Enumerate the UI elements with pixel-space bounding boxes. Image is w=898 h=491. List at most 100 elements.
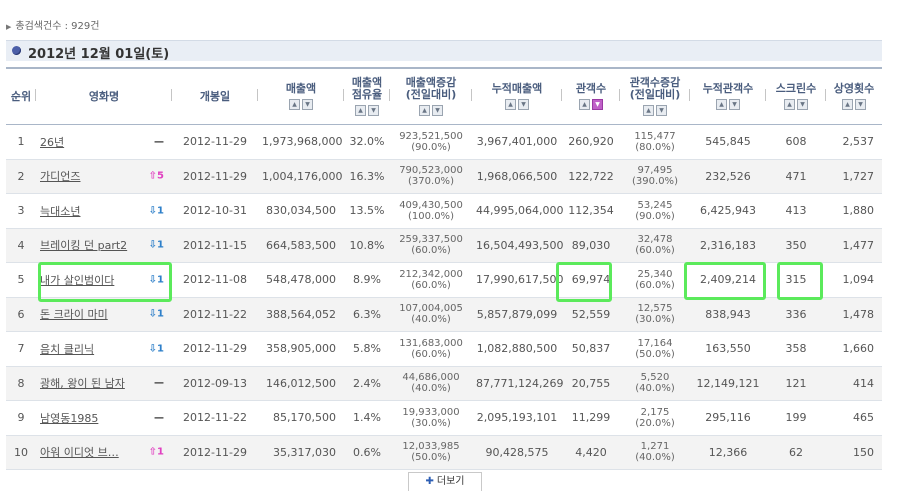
sort-asc-icon[interactable]: ▲	[716, 99, 727, 110]
cell-audience-change: 17,164 (50.0%)	[620, 331, 690, 367]
col-header-share: 매출액 점유율 ▲ ▼	[344, 67, 390, 125]
table-header-row: 순위 영화명 개봉일 매출액 ▲ ▼ 매출액 점유율 ▲ ▼ 매출액증감 (전일대비) ▲ ▼ 누적매출…	[6, 67, 882, 125]
movie-title-link[interactable]: 가디언즈	[40, 170, 80, 183]
table-row: 1 26년 —2012-11-29 1,973,968,000 32.0% 923,521…	[6, 124, 882, 160]
cell-cum_sales: 1,082,880,500	[472, 331, 562, 367]
sort-desc-icon[interactable]: ▼	[656, 105, 667, 116]
sort-desc-icon[interactable]: ▼	[432, 105, 443, 116]
more-button[interactable]: ✚ 더보기	[408, 472, 482, 491]
rank-change: —	[154, 412, 164, 423]
bullet-icon	[12, 46, 21, 55]
sort-desc-icon[interactable]: ▼	[518, 99, 529, 110]
col-header-aud_change: 관객수증감 (전일대비) ▲ ▼	[620, 67, 690, 125]
audience-change-value: 2,175	[640, 406, 670, 418]
cell-release: 2012-11-29	[172, 159, 258, 194]
cell-audience: 52,559	[562, 297, 620, 332]
cell-shows: 1,880	[826, 193, 882, 229]
movie-title-link[interactable]: 내가 살인범이다	[40, 274, 114, 287]
sales-change-pct: (60.0%)	[411, 279, 451, 291]
cell-shows: 1,727	[826, 159, 882, 194]
cell-cum_aud: 295,116	[690, 400, 766, 436]
sort-buttons: ▲ ▼	[768, 99, 824, 111]
audience-change-pct: (20.0%)	[635, 417, 675, 429]
movie-title-link[interactable]: 브레이킹 던 part2	[40, 239, 127, 252]
rank-change-value: 1	[157, 343, 164, 355]
audience-change-value: 25,340	[637, 268, 673, 280]
cell-audience-change: 97,495 (390.0%)	[620, 159, 690, 194]
sales-change-value: 107,004,005	[399, 303, 463, 315]
rank-change: ⇩1	[149, 309, 164, 320]
audience-change-pct: (50.0%)	[635, 348, 675, 360]
col-header-label: 스크린수	[775, 81, 817, 95]
sort-desc-icon[interactable]: ▼	[855, 99, 866, 110]
cell-cum_aud: 232,526	[690, 159, 766, 194]
sort-asc-icon[interactable]: ▲	[784, 99, 795, 110]
cell-rank: 7	[6, 331, 36, 367]
cell-shows: 414	[826, 366, 882, 401]
cell-sales-change: 44,686,000 (40.0%)	[390, 366, 472, 401]
cell-audience: 112,354	[562, 193, 620, 229]
sort-buttons: ▲ ▼	[828, 99, 880, 111]
cell-audience: 89,030	[562, 228, 620, 263]
cell-sales: 85,170,500	[258, 400, 344, 436]
sales-change-pct: (50.0%)	[411, 452, 451, 464]
cell-audience-change: 2,175 (20.0%)	[620, 400, 690, 436]
cell-movie: 남영동1985 —	[36, 400, 172, 436]
sort-asc-icon[interactable]: ▲	[505, 99, 516, 110]
sort-asc-icon[interactable]: ▲	[419, 105, 430, 116]
cell-shows: 2,537	[826, 124, 882, 160]
more-button-label: 더보기	[436, 476, 465, 487]
cell-shows: 150	[826, 435, 882, 470]
rank-change: ⇩1	[149, 240, 164, 251]
cell-cum_aud: 6,425,943	[690, 193, 766, 229]
rank-change: ⇩1	[149, 274, 164, 285]
cell-movie: 내가 살인범이다 ⇩1	[36, 262, 172, 298]
table-row: 9 남영동1985—2012-11-22 85,170,500 1.4% 19,933,…	[6, 400, 882, 436]
sales-change-pct: (370.0%)	[408, 176, 454, 188]
cell-cum_aud: 2,316,183	[690, 228, 766, 263]
audience-change-value: 1,271	[640, 441, 670, 453]
cell-release: 2012-11-15	[172, 228, 258, 263]
sort-buttons: ▲ ▼	[260, 99, 342, 111]
rank-change: ⇧5	[149, 171, 164, 182]
cell-sales: 1,004,176,000	[258, 159, 344, 194]
sort-desc-icon[interactable]: ▼	[729, 99, 740, 110]
col-header-release: 개봉일	[172, 67, 258, 125]
sort-buttons: ▲ ▼	[622, 105, 688, 117]
cell-screens: 350	[766, 228, 826, 263]
sort-desc-icon[interactable]: ▼	[368, 105, 379, 116]
sales-change-value: 409,430,500	[399, 199, 463, 211]
sort-desc-icon[interactable]: ▼	[592, 99, 603, 110]
movie-title-link[interactable]: 음치 클리닉	[40, 343, 94, 356]
cell-release: 2012-11-29	[172, 124, 258, 160]
sort-buttons: ▲ ▼	[346, 105, 388, 117]
movie-title-link[interactable]: 돈 크라이 마미	[40, 308, 108, 321]
movie-title-link[interactable]: 늑대소년	[40, 205, 80, 218]
sort-asc-icon[interactable]: ▲	[355, 105, 366, 116]
cell-sales-change: 107,004,005 (40.0%)	[390, 297, 472, 332]
sort-asc-icon[interactable]: ▲	[579, 99, 590, 110]
cell-sales-change: 19,933,000 (30.0%)	[390, 400, 472, 436]
movie-title-link[interactable]: 26년	[40, 136, 64, 149]
sort-asc-icon[interactable]: ▲	[842, 99, 853, 110]
movie-title-link[interactable]: 아워 이디엇 브…	[40, 446, 119, 459]
audience-change-pct: (40.0%)	[635, 383, 675, 395]
cell-audience-change: 1,271 (40.0%)	[620, 435, 690, 470]
total-count: ▶ 총검색건수 : 929건	[6, 17, 99, 32]
cell-cum_aud: 12,149,121	[690, 366, 766, 401]
cell-sales: 830,034,500	[258, 193, 344, 229]
movie-title-link[interactable]: 남영동1985	[40, 412, 98, 425]
sort-asc-icon[interactable]: ▲	[289, 99, 300, 110]
cell-screens: 413	[766, 193, 826, 229]
sort-desc-icon[interactable]: ▼	[797, 99, 808, 110]
rank-change: ⇩1	[149, 205, 164, 216]
cell-rank: 1	[6, 124, 36, 160]
col-header-label: 개봉일	[199, 89, 231, 103]
cell-rank: 9	[6, 400, 36, 436]
boxoffice-table: 순위 영화명 개봉일 매출액 ▲ ▼ 매출액 점유율 ▲ ▼ 매출액증감 (전일대비) ▲ ▼ 누적매출…	[6, 67, 882, 470]
sales-change-value: 923,521,500	[399, 130, 463, 142]
sort-asc-icon[interactable]: ▲	[643, 105, 654, 116]
movie-title-link[interactable]: 광해, 왕이 된 남자	[40, 377, 125, 390]
cell-sales: 35,317,030	[258, 435, 344, 470]
sort-desc-icon[interactable]: ▼	[302, 99, 313, 110]
